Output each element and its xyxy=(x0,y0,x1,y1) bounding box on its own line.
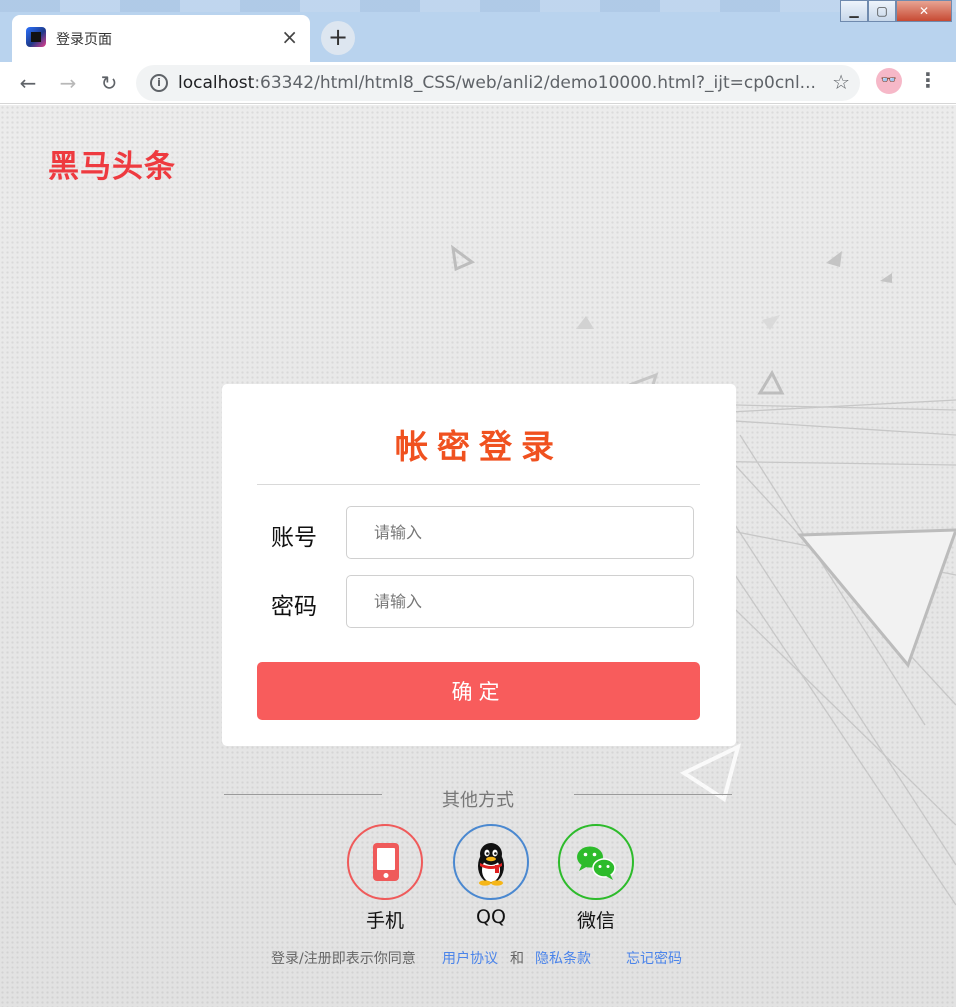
forgot-password-link[interactable]: 忘记密码 xyxy=(626,951,682,967)
qq-login-label: QQ xyxy=(476,906,506,928)
footer-agreement: 登录/注册即表示你同意 xyxy=(271,948,416,968)
tab-close-icon[interactable]: × xyxy=(281,25,298,49)
bookmark-star-icon[interactable]: ☆ xyxy=(832,70,850,94)
info-icon[interactable]: i xyxy=(150,74,168,92)
login-title: 帐密登录 xyxy=(395,427,563,466)
wechat-icon xyxy=(577,846,616,880)
phone-icon xyxy=(373,843,399,881)
submit-button[interactable]: 确定 xyxy=(257,662,700,720)
phone-login-label: 手机 xyxy=(365,910,404,932)
maximize-button[interactable]: ▢ xyxy=(868,0,896,22)
other-divider-left xyxy=(224,794,382,795)
back-button[interactable]: ← xyxy=(13,68,43,98)
browser-toolbar: ← → ↻ i localhost:63342/html/html8_CSS/w… xyxy=(0,62,956,104)
webstorm-favicon-icon xyxy=(26,27,46,47)
page-content: 黑马头条 帐密登录 账号 密码 确定 其他方式 手机 xyxy=(0,105,956,1007)
background-tabs xyxy=(0,0,956,12)
qq-login-button[interactable] xyxy=(453,824,529,900)
browser-titlebar: 登录页面 × + ▁ ▢ ✕ xyxy=(0,0,956,62)
login-card: 帐密登录 账号 密码 确定 xyxy=(222,384,736,746)
site-logo[interactable]: 黑马头条 xyxy=(48,141,176,186)
password-input[interactable] xyxy=(346,575,694,628)
url-host: localhost xyxy=(178,73,255,93)
window-controls: ▁ ▢ ✕ xyxy=(840,0,952,22)
password-label: 密码 xyxy=(271,594,317,620)
url-path: :63342/html/html8_CSS/web/anli2/demo1000… xyxy=(254,73,816,93)
phone-login-button[interactable] xyxy=(347,824,423,900)
new-tab-button[interactable]: + xyxy=(321,21,355,55)
and-text-wrap: 和 xyxy=(510,948,524,968)
close-window-button[interactable]: ✕ xyxy=(896,0,952,22)
reload-button[interactable]: ↻ xyxy=(94,68,124,98)
minimize-button[interactable]: ▁ xyxy=(840,0,868,22)
wechat-login-button[interactable] xyxy=(558,824,634,900)
browser-menu-icon[interactable]: ⋮ xyxy=(918,68,938,92)
qq-penguin-icon xyxy=(478,843,504,886)
forgot-password-link-wrap: 忘记密码 xyxy=(626,948,682,968)
privacy-link-wrap: 隐私条款 xyxy=(535,948,591,968)
account-input[interactable] xyxy=(346,506,694,559)
address-bar[interactable]: i localhost:63342/html/html8_CSS/web/anl… xyxy=(136,65,860,101)
account-label: 账号 xyxy=(271,525,317,551)
other-methods-title: 其他方式 xyxy=(442,790,514,811)
title-divider xyxy=(257,484,700,485)
wechat-login-label: 微信 xyxy=(576,910,615,932)
tab-title: 登录页面 xyxy=(56,32,112,48)
agreement-text: 登录/注册即表示你同意 xyxy=(271,951,416,967)
other-divider-right xyxy=(574,794,732,795)
privacy-link[interactable]: 隐私条款 xyxy=(535,951,591,967)
profile-avatar-icon[interactable]: 👓 xyxy=(876,68,902,94)
and-text: 和 xyxy=(510,951,524,967)
user-agreement-link[interactable]: 用户协议 xyxy=(442,951,498,967)
active-tab[interactable]: 登录页面 × xyxy=(12,15,310,62)
forward-button[interactable]: → xyxy=(53,68,83,98)
url-text[interactable]: localhost:63342/html/html8_CSS/web/anli2… xyxy=(178,73,816,93)
user-agreement-link-wrap: 用户协议 xyxy=(442,948,498,968)
